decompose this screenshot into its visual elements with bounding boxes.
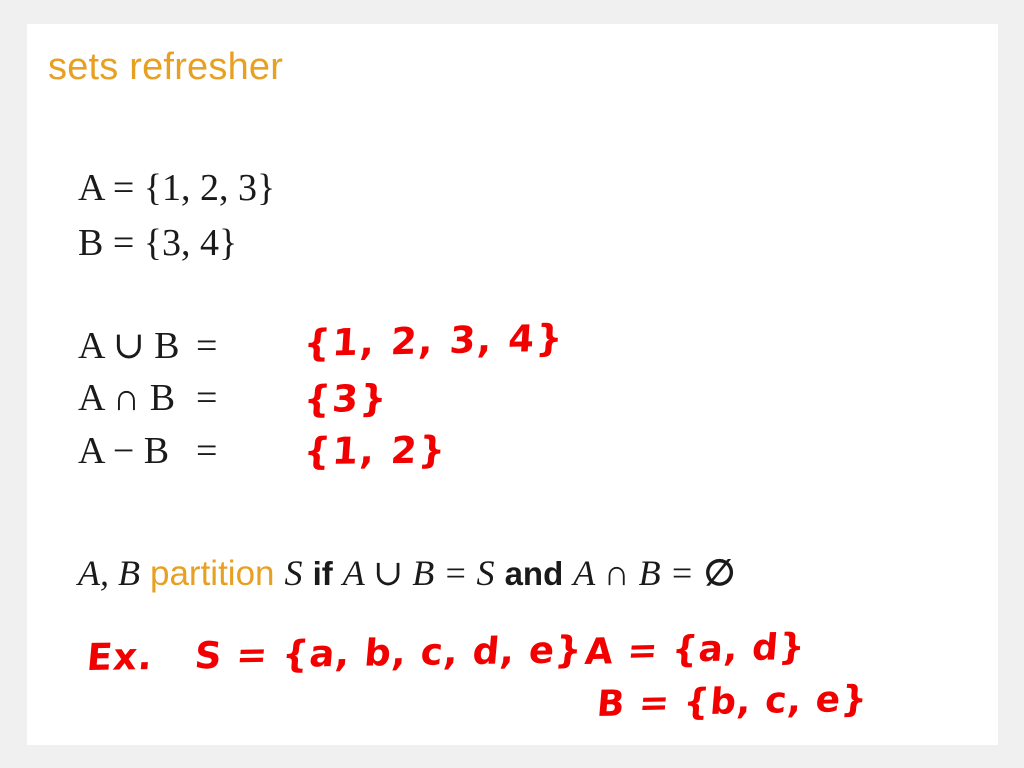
example-universe-ink: Ex. S = {a, b, c, d, e} xyxy=(85,628,584,679)
intersection-row: A ∩ B = xyxy=(78,376,242,420)
slide-canvas: sets refresher A = {1, 2, 3} B = {3, 4} … xyxy=(27,24,998,745)
example-set-a-ink: A = {a, d} xyxy=(583,626,808,674)
partition-union-expression: A ∪ B = S xyxy=(342,553,495,593)
example-label: Ex. xyxy=(85,634,156,680)
partition-and-word: and xyxy=(504,555,564,592)
difference-expression: A − B xyxy=(78,430,170,472)
union-answer-ink: {1, 2, 3, 4} xyxy=(302,316,566,366)
page-title: sets refresher xyxy=(48,46,284,88)
intersection-answer-ink: {3} xyxy=(302,376,391,422)
set-b-definition: B = {3, 4} xyxy=(78,222,238,264)
partition-intersection-expression: A ∩ B = xyxy=(573,553,694,593)
difference-answer-ink: {1, 2} xyxy=(302,428,449,474)
difference-row: A − B = xyxy=(78,429,242,473)
partition-statement: A, B partition S if A ∪ B = S and A ∩ B … xyxy=(78,552,735,594)
difference-equals-sign: = xyxy=(196,430,218,472)
partition-keyword: partition xyxy=(150,554,275,593)
partition-if-word: if xyxy=(312,555,333,592)
set-a-definition: A = {1, 2, 3} xyxy=(78,167,276,209)
intersection-equals-sign: = xyxy=(196,377,218,419)
union-row: A ∪ B = xyxy=(78,323,242,368)
union-equals-sign: = xyxy=(196,325,218,367)
example-universe-set: S = {a, b, c, d, e} xyxy=(192,628,585,678)
partition-universe: S xyxy=(284,553,303,593)
empty-set-symbol: ∅ xyxy=(703,552,736,593)
intersection-expression: A ∩ B xyxy=(78,377,176,419)
partition-sets: A, B xyxy=(78,553,140,593)
example-set-b-ink: B = {b, c, e} xyxy=(595,678,870,726)
union-expression: A ∪ B xyxy=(78,325,180,367)
